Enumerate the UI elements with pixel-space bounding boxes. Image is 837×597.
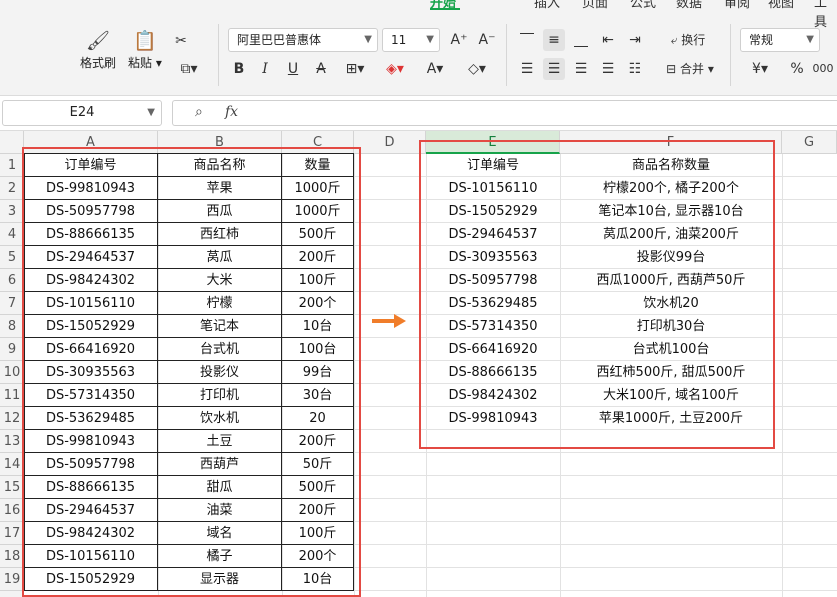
justify-icon[interactable]: ☰ <box>597 58 619 80</box>
row-header-6[interactable]: 6 <box>0 269 24 292</box>
row-header-8[interactable]: 8 <box>0 315 24 338</box>
row-header-5[interactable]: 5 <box>0 246 24 269</box>
tab-6[interactable]: 视图 <box>768 0 794 11</box>
chevron-down-icon: ▼ <box>147 107 155 118</box>
row-header-1[interactable]: 1 <box>0 154 24 177</box>
clipboard-icon: 📋 <box>133 30 157 52</box>
distributed-icon[interactable]: ☷ <box>624 58 646 80</box>
thousands-icon[interactable]: 000 <box>812 58 834 80</box>
tab-7[interactable]: 工具 <box>814 0 837 30</box>
right-table-highlight <box>419 140 775 449</box>
decrease-indent-icon[interactable]: ⇤ <box>597 29 619 51</box>
row-header-13[interactable]: 13 <box>0 430 24 453</box>
fill-color-icon[interactable]: ◈▾ <box>380 58 410 80</box>
tab-2[interactable]: 页面 <box>582 0 608 11</box>
zoom-icon[interactable]: ⌕ <box>195 104 203 120</box>
chevron-down-icon: ▼ <box>426 34 434 45</box>
align-bottom-icon[interactable]: ⎽ <box>570 29 592 51</box>
column-header-D[interactable]: D <box>354 131 426 154</box>
decrease-font-icon[interactable]: A⁻ <box>476 29 498 51</box>
arrow-right-icon <box>372 314 406 328</box>
tab-1[interactable]: 插入 <box>534 0 560 11</box>
align-center-icon[interactable]: ☰ <box>543 58 565 80</box>
increase-indent-icon[interactable]: ⇥ <box>624 29 646 51</box>
align-left-icon[interactable]: ☰ <box>516 58 538 80</box>
paint-brush-icon: 🖌 <box>85 30 111 52</box>
font-color-icon[interactable]: A▾ <box>420 58 450 80</box>
align-right-icon[interactable]: ☰ <box>570 58 592 80</box>
left-table-highlight <box>22 147 361 597</box>
row-header-11[interactable]: 11 <box>0 384 24 407</box>
row-header-10[interactable]: 10 <box>0 361 24 384</box>
tab-5[interactable]: 审阅 <box>724 0 750 11</box>
formula-input[interactable]: ⌕ fx <box>172 100 837 126</box>
number-format-value: 常规 <box>749 33 774 47</box>
copy-icon[interactable]: ⧉▾ <box>174 58 204 80</box>
merge-label: 合并 <box>680 62 705 76</box>
row-header-19[interactable]: 19 <box>0 568 24 591</box>
bold-icon[interactable]: B <box>228 58 250 80</box>
font-size-value: 11 <box>391 33 407 47</box>
number-format-select[interactable]: 常规 ▼ <box>740 28 820 52</box>
ribbon-separator <box>218 24 219 86</box>
format-painter-label: 格式刷 <box>80 56 117 70</box>
wrap-text-button[interactable]: ⤶ 换行 <box>658 29 718 51</box>
column-header-G[interactable]: G <box>782 131 837 154</box>
cell-reference: E24 <box>69 105 95 120</box>
row-headers: 1 2 3 4 5 6 7 8 9 10 11 12 13 14 15 16 17 18 19 <box>0 154 24 597</box>
chevron-down-icon: ▼ <box>806 34 814 45</box>
cut-icon[interactable]: ✂ <box>170 30 192 52</box>
currency-icon[interactable]: ¥▾ <box>744 58 776 80</box>
ribbon-toolbar: 开始 插入 页面 公式 数据 审阅 视图 工具 🖌 格式刷 📋 粘贴 ▾ ✂ ⧉▾ 阿里巴巴普… <box>0 0 837 96</box>
font-name-select[interactable]: 阿里巴巴普惠体 ▼ <box>228 28 378 52</box>
row-header-14[interactable]: 14 <box>0 453 24 476</box>
italic-icon[interactable]: I <box>254 58 276 80</box>
merge-button[interactable]: ⊟ 合并 ▾ <box>658 58 722 80</box>
row-header-3[interactable]: 3 <box>0 200 24 223</box>
underline-icon[interactable]: U <box>282 58 304 80</box>
row-header-2[interactable]: 2 <box>0 177 24 200</box>
formula-bar: E24 ▼ ⌕ fx <box>0 97 837 131</box>
ribbon-separator <box>730 24 731 86</box>
tab-3[interactable]: 公式 <box>630 0 656 11</box>
font-name-value: 阿里巴巴普惠体 <box>237 33 322 47</box>
active-tab-indicator <box>430 8 460 10</box>
row-header-16[interactable]: 16 <box>0 499 24 522</box>
format-painter-button[interactable]: 🖌 格式刷 <box>80 28 116 71</box>
tab-4[interactable]: 数据 <box>676 0 702 11</box>
row-header-15[interactable]: 15 <box>0 476 24 499</box>
row-header-17[interactable]: 17 <box>0 522 24 545</box>
paste-button[interactable]: 📋 粘贴 ▾ <box>128 28 162 71</box>
align-top-icon[interactable]: ⎺ <box>516 29 538 51</box>
strikethrough-icon[interactable]: A <box>310 58 332 80</box>
wrap-text-label: 换行 <box>681 33 706 47</box>
paste-label: 粘贴 ▾ <box>128 56 162 70</box>
border-icon[interactable]: ⊞▾ <box>340 58 370 80</box>
align-middle-icon[interactable]: ≡ <box>543 29 565 51</box>
font-size-select[interactable]: 11 ▼ <box>382 28 440 52</box>
row-header-12[interactable]: 12 <box>0 407 24 430</box>
select-all-corner[interactable] <box>0 131 24 154</box>
increase-font-icon[interactable]: A⁺ <box>448 29 470 51</box>
fx-icon[interactable]: fx <box>225 104 238 120</box>
clear-format-icon[interactable]: ◇▾ <box>460 58 494 80</box>
chevron-down-icon: ▼ <box>364 34 372 45</box>
row-header-18[interactable]: 18 <box>0 545 24 568</box>
row-header-4[interactable]: 4 <box>0 223 24 246</box>
gridline <box>782 154 783 597</box>
ribbon-separator <box>506 24 507 86</box>
row-header-9[interactable]: 9 <box>0 338 24 361</box>
row-header-7[interactable]: 7 <box>0 292 24 315</box>
name-box[interactable]: E24 ▼ <box>2 100 162 126</box>
percent-icon[interactable]: % <box>786 58 808 80</box>
